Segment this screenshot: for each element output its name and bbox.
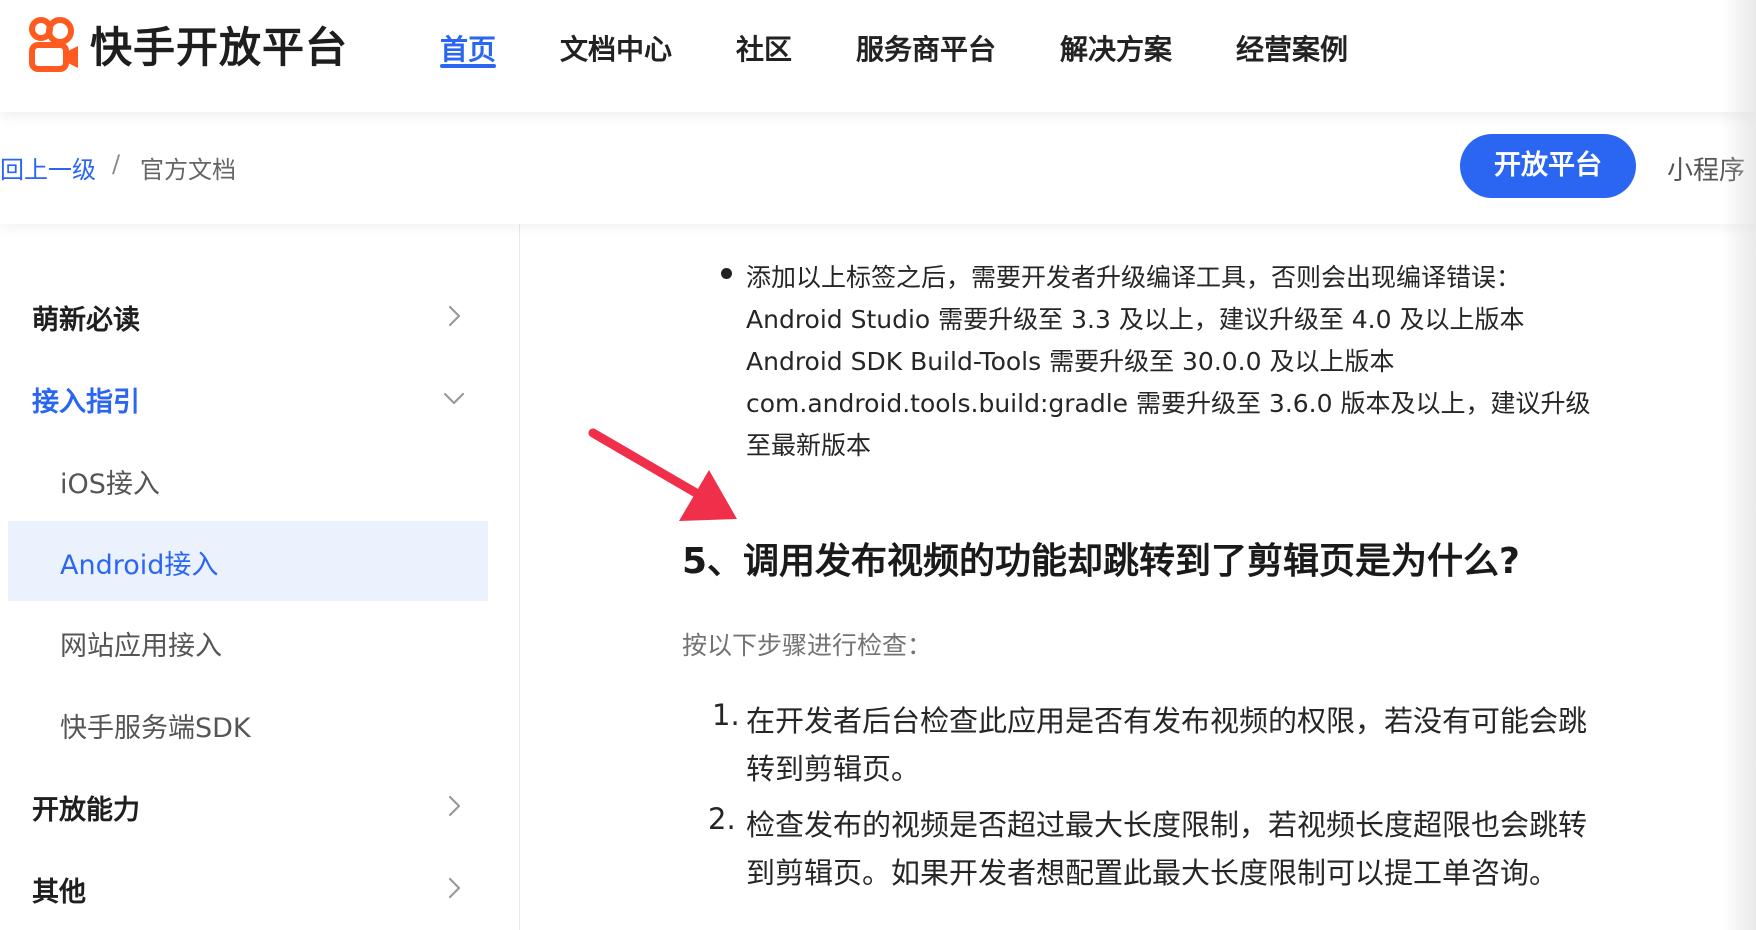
sidebar-item-android[interactable]: Android接入 [8,521,488,601]
chevron-right-icon [448,305,461,327]
breadcrumb-separator: / [112,150,121,178]
sidebar-item-newbie-guide[interactable]: 萌新必读 [0,276,520,356]
bullet-text-line: Android Studio 需要升级至 3.3 及以上，建议升级至 4.0 及… [746,305,1525,334]
red-arrow-annotation-icon [588,428,737,521]
brand-name: 快手开放平台 [90,23,349,72]
sidebar-item-access-guide[interactable]: 接入指引 [0,358,520,438]
nav-docs[interactable]: 文档中心 [560,28,672,68]
sidebar-item-other[interactable]: 其他 [0,848,520,928]
sidebar-item-label: 接入指引 [32,387,140,418]
nav-home[interactable]: 首页 [440,28,496,68]
step-text-line: 在开发者后台检查此应用是否有发布视频的权限，若没有可能会跳 [746,704,1588,738]
nav-community[interactable]: 社区 [736,28,792,68]
sidebar-item-website[interactable]: 网站应用接入 [0,602,520,682]
chevron-right-icon [448,877,461,899]
sidebar-item-label: 快手服务端SDK [60,713,251,744]
sidebar-item-server-sdk[interactable]: 快手服务端SDK [0,684,520,764]
sidebar-item-label: 网站应用接入 [60,631,222,662]
bullet-dot [721,268,732,279]
bullet-text-line: Android SDK Build-Tools 需要升级至 30.0.0 及以上… [746,347,1395,376]
step-number: 2. [708,802,736,836]
chevron-down-icon [443,392,465,405]
step-text-line: 检查发布的视频是否超过最大长度限制，若视频长度超限也会跳转 [746,808,1588,842]
chevron-right-icon [448,795,461,817]
nav-solutions[interactable]: 解决方案 [1060,28,1172,68]
step-number: 1. [712,698,740,732]
active-nav-indicator [440,64,496,68]
intro-text: 按以下步骤进行检查： [682,631,933,660]
kuaishou-logo-icon [29,16,78,72]
bullet-text-line: com.android.tools.build:gradle 需要升级至 3.6… [746,389,1591,418]
sidebar-item-label: iOS接入 [60,469,160,500]
top-nav: 快手开放平台 首页 文档中心 社区 服务商平台 解决方案 经营案例 [0,0,1756,112]
sidebar-item-label: 开放能力 [32,795,140,826]
sidebar: 萌新必读 接入指引 iOS接入 Android接入 网站应用接入 快手服务端SD… [0,224,520,930]
bullet-text-line: 至最新版本 [746,431,872,460]
step-text-line: 转到剪辑页。 [746,752,921,786]
sidebar-item-ios[interactable]: iOS接入 [0,440,520,520]
step-text-line: 到剪辑页。如果开发者想配置此最大长度限制可以提工单咨询。 [746,856,1559,890]
nav-provider-platform[interactable]: 服务商平台 [856,28,996,68]
sidebar-item-label: 萌新必读 [32,305,140,336]
breadcrumb-current: 官方文档 [140,156,236,184]
section-heading: 5、调用发布视频的功能却跳转到了剪辑页是为什么? [682,541,1520,582]
brand-logo[interactable]: 快手开放平台 [28,14,348,75]
bullet-text-line: 添加以上标签之后，需要开发者升级编译工具，否则会出现编译错误： [746,263,1522,292]
open-platform-tab[interactable]: 开放平台 [1460,134,1636,198]
sidebar-item-label: 其他 [32,877,86,908]
sidebar-item-open-capabilities[interactable]: 开放能力 [0,766,520,846]
sidebar-item-label: Android接入 [60,550,219,581]
mini-program-tab[interactable]: 小程序 [1667,150,1745,187]
page: 快手开放平台 首页 文档中心 社区 服务商平台 解决方案 经营案例 回上一级 /… [0,0,1756,930]
breadcrumb-back-link[interactable]: 回上一级 [0,150,96,185]
nav-cases[interactable]: 经营案例 [1236,28,1348,68]
